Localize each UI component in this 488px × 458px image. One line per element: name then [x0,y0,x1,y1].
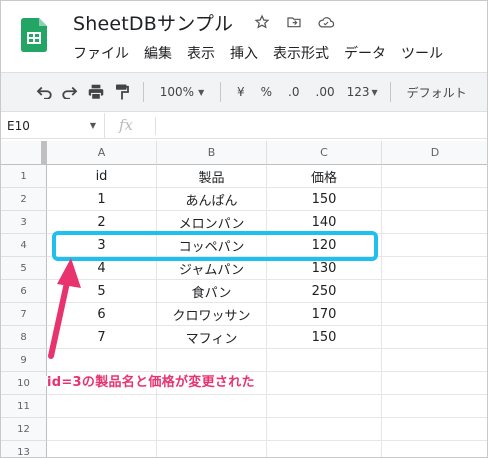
zoom-value: 100% [159,85,195,99]
doc-title[interactable]: SheetDBサンプル [73,9,233,36]
toolbar-divider [389,82,391,102]
cloud-saved-icon[interactable] [315,11,337,33]
cell[interactable] [267,418,382,441]
cell[interactable]: id [47,165,157,188]
name-box-value: E10 [7,119,30,133]
annotation-text: id=3の製品名と価格が変更された [47,375,255,390]
cell[interactable] [382,165,487,188]
percent-button[interactable]: % [253,78,280,106]
menu-data[interactable]: データ [344,43,393,63]
star-icon[interactable] [251,11,273,33]
cell[interactable] [47,441,157,457]
cell[interactable] [267,349,382,372]
cell[interactable] [382,326,487,349]
decrease-decimal-button[interactable]: .0 [280,78,307,106]
cell[interactable]: あんぱん [157,188,267,211]
cell[interactable] [382,349,487,372]
column-header-a[interactable]: A [47,141,157,165]
select-all-corner[interactable] [1,141,47,165]
name-box[interactable]: E10 ▼ [1,113,105,139]
chevron-down-icon: ▼ [89,121,96,130]
cell[interactable]: 150 [267,188,382,211]
cell[interactable] [382,280,487,303]
cell[interactable] [267,372,382,395]
menu-insert[interactable]: 挿入 [230,43,265,63]
print-icon[interactable] [83,78,109,106]
fx-icon: fx [119,116,134,134]
increase-decimal-button[interactable]: .00 [308,78,343,106]
cell[interactable] [157,349,267,372]
toolbar-divider [143,82,144,102]
cell[interactable] [267,395,382,418]
font-select[interactable]: デフォルト [399,84,467,101]
cell[interactable] [382,257,487,280]
menu-format[interactable]: 表示形式 [273,43,336,63]
row-header[interactable]: 13 [1,441,47,457]
paint-format-icon[interactable] [109,78,135,106]
formula-bar: E10 ▼ fx [1,113,487,139]
cell[interactable] [382,234,487,257]
menu-view[interactable]: 表示 [187,43,222,63]
row-header[interactable]: 10 [1,372,47,395]
row-header[interactable]: 2 [1,188,47,211]
cell[interactable] [382,441,487,457]
cell[interactable] [267,441,382,457]
toolbar: 100% ▼ ¥ % .0 .00 123 ▼ デフォルト [1,72,487,112]
menu-edit[interactable]: 編集 [144,43,179,63]
app-window: SheetDBサンプル ファイル 編集 表示 挿入 表示形式 データ ツール 1… [0,0,488,458]
cell[interactable] [157,418,267,441]
column-header-d[interactable]: D [382,141,487,165]
cell[interactable]: 170 [267,303,382,326]
cell[interactable]: マフィン [157,326,267,349]
cell[interactable]: 150 [267,326,382,349]
cell[interactable] [157,395,267,418]
chevron-down-icon: ▼ [371,87,378,97]
row-header[interactable]: 11 [1,395,47,418]
cell[interactable]: 製品 [157,165,267,188]
row-header[interactable]: 12 [1,418,47,441]
cell[interactable]: 250 [267,280,382,303]
cell[interactable] [47,395,157,418]
cell[interactable] [382,303,487,326]
currency-button[interactable]: ¥ [229,78,253,106]
cell[interactable] [382,372,487,395]
row-highlight-box [52,231,378,261]
column-header-b[interactable]: B [157,141,267,165]
row-header[interactable]: 1 [1,165,47,188]
menu-tools[interactable]: ツール [401,43,450,63]
cell[interactable]: 1 [47,188,157,211]
cell[interactable]: 食パン [157,280,267,303]
cell[interactable] [382,211,487,234]
zoom-select[interactable]: 100% ▼ [152,78,212,106]
more-formats-label: 123 [346,85,370,99]
cell[interactable] [382,188,487,211]
chevron-down-icon: ▼ [198,87,205,97]
header: SheetDBサンプル ファイル 編集 表示 挿入 表示形式 データ ツール [1,1,487,71]
move-folder-icon[interactable] [283,11,305,33]
undo-icon[interactable] [31,78,57,106]
cell[interactable]: クロワッサン [157,303,267,326]
column-header-c[interactable]: C [267,141,382,165]
row-header[interactable]: 4 [1,234,47,257]
cell[interactable]: 価格 [267,165,382,188]
cell[interactable] [382,395,487,418]
toolbar-divider [220,82,221,102]
more-formats-button[interactable]: 123 ▼ [343,78,382,106]
annotation-arrow-icon [48,258,81,359]
formula-divider [155,117,156,135]
cell[interactable] [157,441,267,457]
sheets-logo-icon[interactable] [21,18,47,52]
row-header[interactable]: 3 [1,211,47,234]
redo-icon[interactable] [57,78,83,106]
cell[interactable] [47,418,157,441]
cell[interactable] [382,418,487,441]
menu-file[interactable]: ファイル [73,43,136,63]
menu-bar: ファイル 編集 表示 挿入 表示形式 データ ツール [73,43,458,63]
